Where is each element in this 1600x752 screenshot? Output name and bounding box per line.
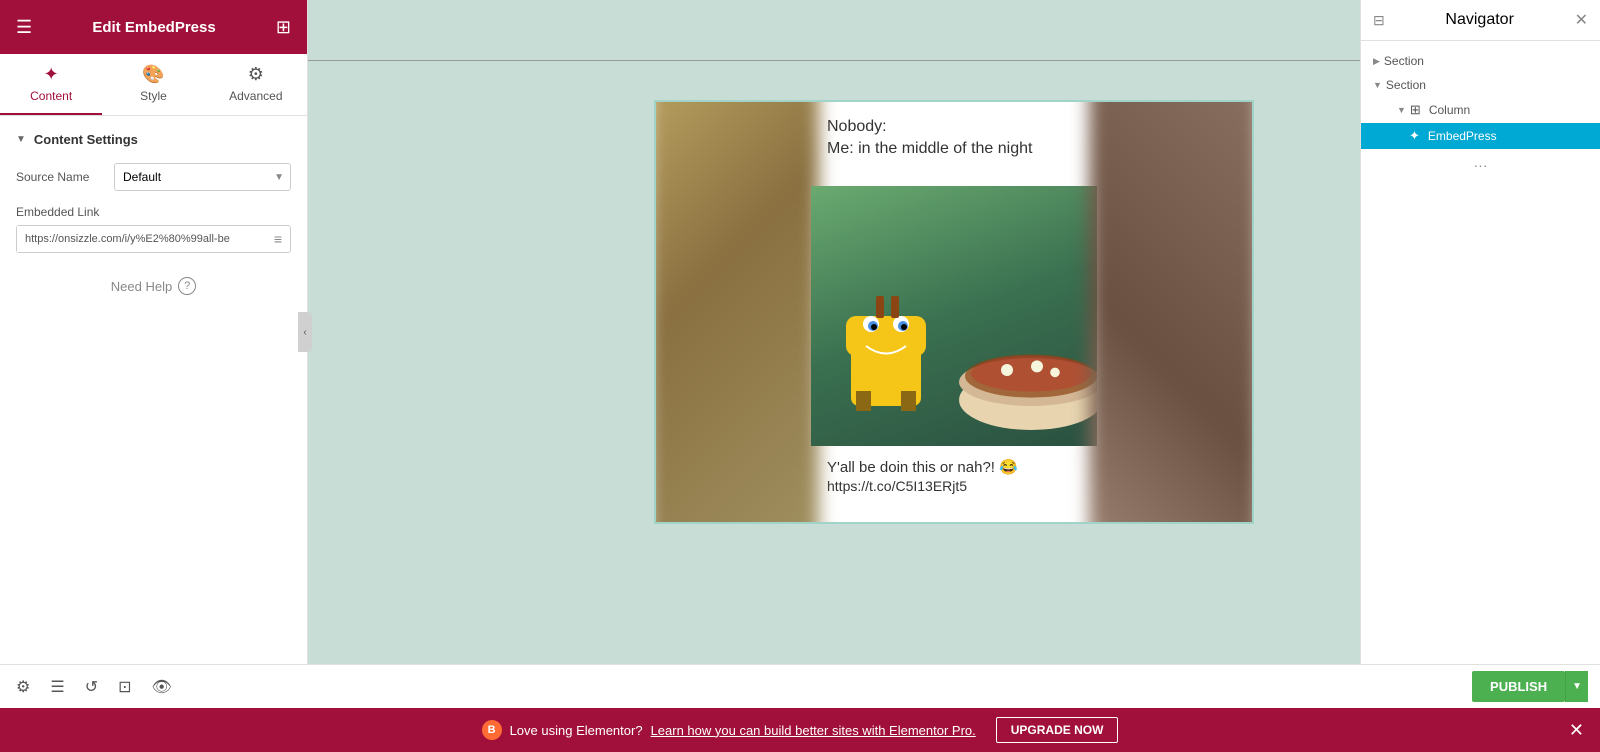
embed-text-area: Nobody: Me: in the middle of the night: [811, 102, 1097, 186]
panel-content: ▼ Content Settings Source Name Default ▼…: [0, 116, 307, 664]
menu-icon[interactable]: ☰: [16, 17, 32, 38]
embed-caption-text: Y'all be doin this or nah?! 😂: [827, 459, 1018, 476]
navigator-collapse-btn[interactable]: ⊟: [1373, 12, 1385, 29]
advanced-tab-icon: ⚙: [248, 64, 264, 85]
promo-link[interactable]: Learn how you can build better sites wit…: [651, 723, 976, 738]
tab-content[interactable]: ✦ Content: [0, 54, 102, 115]
source-name-select[interactable]: Default: [115, 164, 268, 190]
embed-nobody-text: Nobody:: [827, 118, 1081, 136]
nav-arrow-right-icon: ▶: [1373, 56, 1380, 67]
upgrade-now-button[interactable]: UPGRADE NOW: [996, 717, 1119, 743]
link-list-icon[interactable]: ≡: [266, 231, 290, 247]
promo-close-icon[interactable]: ✕: [1569, 720, 1584, 741]
navigator-panel: ⊟ Navigator ✕ ▶ Section ▼ Section ▼ ⊞ Co…: [1360, 0, 1600, 664]
embedded-link-input-wrapper: ≡: [16, 225, 291, 253]
food-bowl-figure: [951, 316, 1097, 436]
embedded-link-label: Embedded Link: [16, 205, 291, 219]
spongebob-figure: [841, 296, 941, 416]
nav-item-section-2[interactable]: ▼ Section: [1361, 73, 1600, 97]
promo-text: Love using Elementor?: [510, 723, 643, 738]
content-tab-icon: ✦: [44, 64, 59, 85]
publish-button[interactable]: PUBLISH: [1472, 671, 1565, 702]
settings-icon[interactable]: ⚙: [12, 673, 34, 701]
navigator-dots: ···: [1361, 149, 1600, 181]
embed-left-background: [654, 100, 819, 524]
source-name-label: Source Name: [16, 170, 106, 184]
nav-arrow-down-icon: ▼: [1373, 80, 1382, 90]
select-arrow-icon: ▼: [268, 172, 290, 183]
embed-inner: Nobody: Me: in the middle of the night: [656, 102, 1252, 522]
panel-tabs: ✦ Content 🎨 Style ⚙ Advanced: [0, 54, 307, 116]
tab-style[interactable]: 🎨 Style: [102, 54, 204, 115]
promo-bar: B Love using Elementor? Learn how you ca…: [0, 708, 1600, 752]
embedded-link-row: Embedded Link ≡: [16, 205, 291, 253]
embed-widget: Nobody: Me: in the middle of the night: [654, 100, 1254, 524]
nav-item-column[interactable]: ▼ ⊞ Column: [1361, 97, 1600, 123]
layers-icon[interactable]: ☰: [46, 673, 68, 701]
embed-caption-link: https://t.co/C5I13ERjt5: [827, 478, 1081, 494]
embed-center-content: Nobody: Me: in the middle of the night: [811, 102, 1097, 522]
source-name-select-wrapper: Default ▼: [114, 163, 291, 191]
tab-advanced-label: Advanced: [229, 89, 282, 103]
nav-arrow-down-2-icon: ▼: [1397, 105, 1406, 115]
panel-header: ☰ Edit EmbedPress ⊞: [0, 0, 307, 54]
panel-title: Edit EmbedPress: [92, 19, 215, 36]
promo-badge: B: [482, 720, 502, 740]
navigator-close-btn[interactable]: ✕: [1575, 10, 1588, 30]
content-settings-label: Content Settings: [34, 132, 138, 147]
tab-advanced[interactable]: ⚙ Advanced: [205, 54, 307, 115]
nav-column-label: Column: [1429, 103, 1470, 117]
history-icon[interactable]: ↺: [81, 673, 102, 701]
collapse-handle[interactable]: ‹: [298, 312, 312, 352]
nav-embedpress-label: EmbedPress: [1428, 129, 1497, 143]
help-circle-icon[interactable]: ?: [178, 277, 196, 295]
navigator-tree: ▶ Section ▼ Section ▼ ⊞ Column ✦ EmbedPr…: [1361, 41, 1600, 664]
bottom-bar: ⚙ ☰ ↺ ⊡ 👁 PUBLISH ▼: [0, 664, 1600, 708]
nav-item-section-1[interactable]: ▶ Section: [1361, 49, 1600, 73]
embed-me-text: Me: in the middle of the night: [827, 140, 1081, 158]
navigator-title: Navigator: [1445, 11, 1513, 29]
section-arrow-icon: ▼: [16, 134, 26, 145]
need-help-section[interactable]: Need Help ?: [16, 277, 291, 295]
embedpress-icon: ✦: [1409, 128, 1420, 144]
preview-icon[interactable]: 👁: [148, 673, 176, 701]
nav-section-2-label: Section: [1386, 78, 1426, 92]
embed-right-background: [1089, 100, 1254, 524]
nav-item-embedpress[interactable]: ✦ EmbedPress: [1361, 123, 1600, 149]
need-help-label: Need Help: [111, 279, 172, 294]
tab-style-label: Style: [140, 89, 167, 103]
grid-icon[interactable]: ⊞: [276, 17, 291, 38]
navigator-header: ⊟ Navigator ✕: [1361, 0, 1600, 41]
tab-content-label: Content: [30, 89, 72, 103]
publish-group: PUBLISH ▼: [1472, 671, 1588, 702]
source-name-row: Source Name Default ▼: [16, 163, 291, 191]
embed-image: [811, 186, 1097, 446]
style-tab-icon: 🎨: [142, 64, 164, 85]
left-panel: ☰ Edit EmbedPress ⊞ ✦ Content 🎨 Style ⚙ …: [0, 0, 308, 664]
responsive-icon[interactable]: ⊡: [114, 673, 135, 701]
embedded-link-input[interactable]: [17, 226, 266, 252]
content-settings-section[interactable]: ▼ Content Settings: [16, 132, 291, 147]
embed-caption: Y'all be doin this or nah?! 😂 https://t.…: [811, 446, 1097, 506]
publish-dropdown-button[interactable]: ▼: [1565, 671, 1588, 702]
nav-section-1-label: Section: [1384, 54, 1424, 68]
column-icon: ⊞: [1410, 102, 1421, 118]
